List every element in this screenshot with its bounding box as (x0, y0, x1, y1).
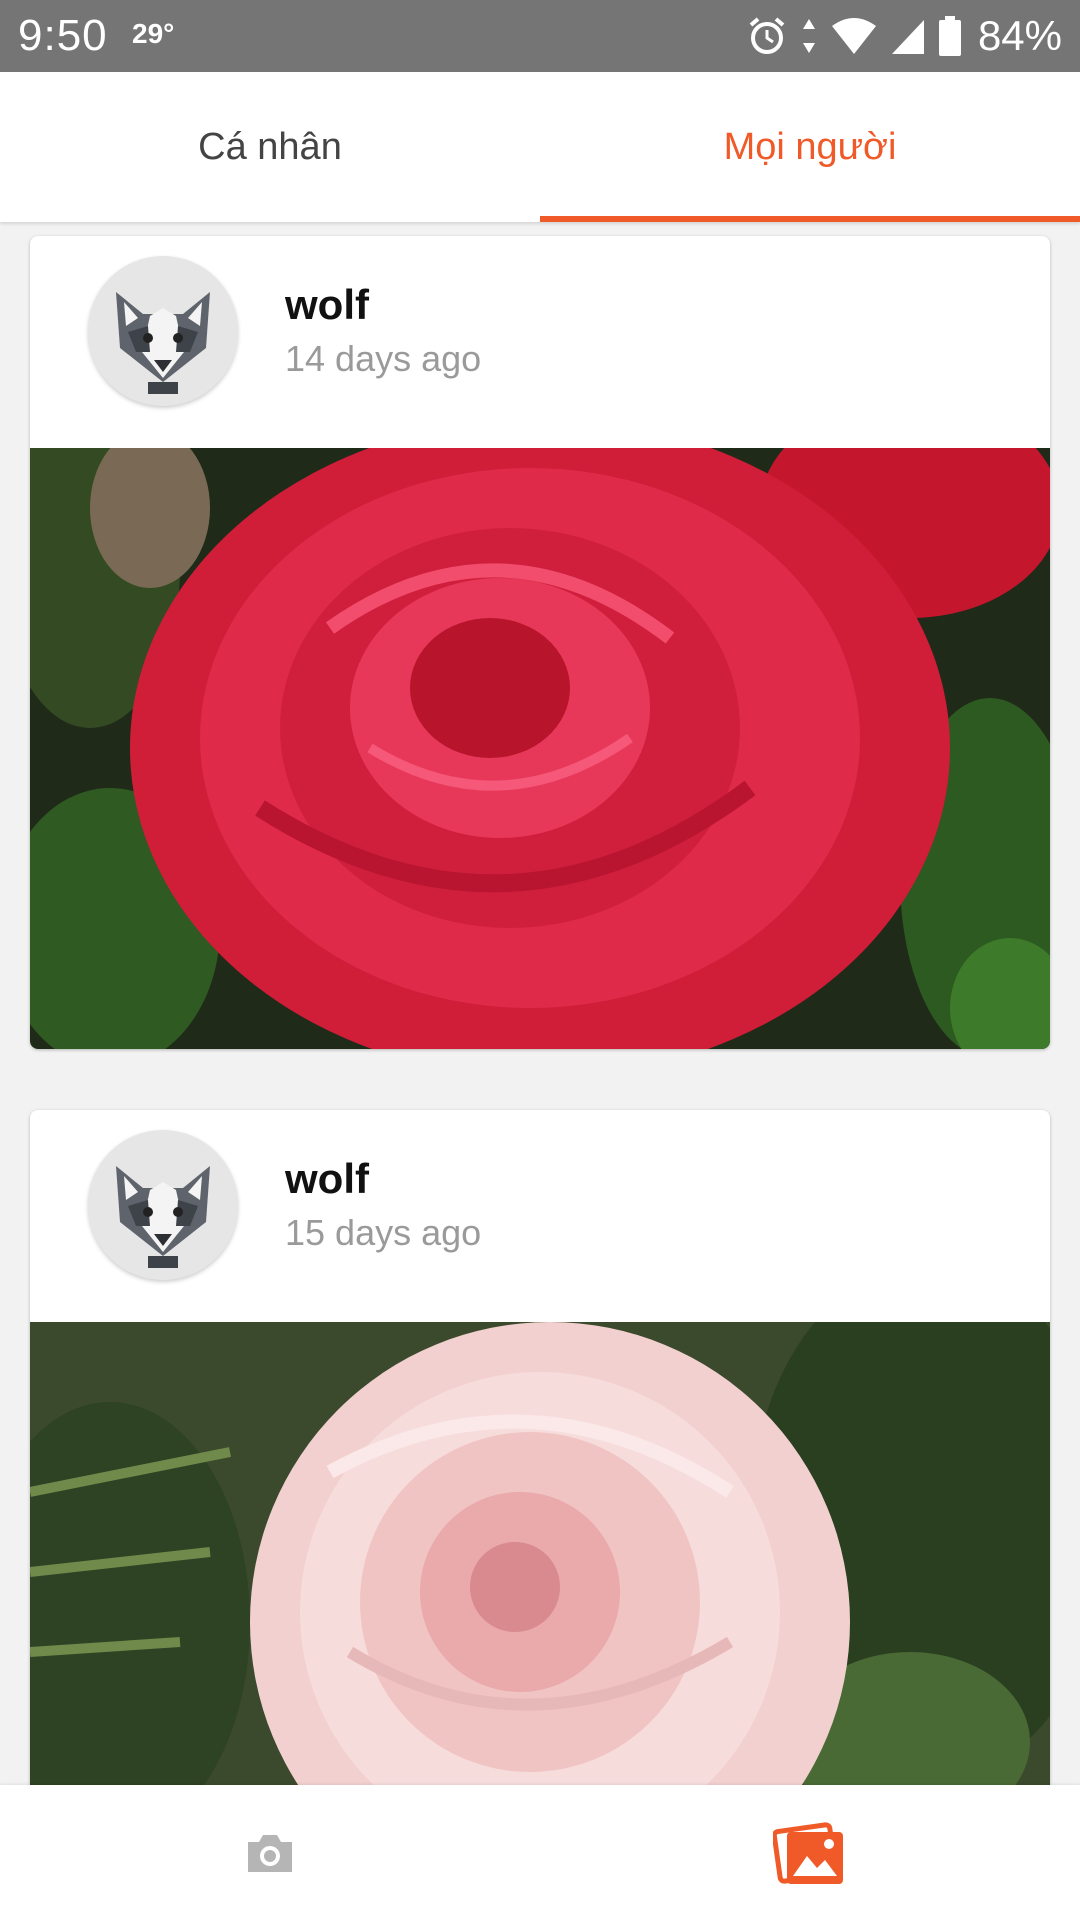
post-timestamp: 14 days ago (285, 338, 482, 379)
red-rose-photo[interactable] (30, 448, 1050, 1049)
photo-feed[interactable]: wolf 14 days ago wolf 15 days ago (0, 222, 1080, 1785)
battery-icon (938, 16, 961, 56)
post-card[interactable]: wolf 15 days ago (30, 1110, 1050, 1785)
tab-everyone[interactable]: Mọi người (540, 72, 1080, 222)
status-temperature: 29° (132, 18, 175, 49)
camera-button[interactable] (0, 1785, 540, 1920)
tab-personal[interactable]: Cá nhân (0, 72, 540, 222)
pink-rose-photo[interactable] (30, 1322, 1050, 1785)
tab-bar: Cá nhân Mọi người (0, 72, 1080, 222)
status-bar: 9:50 29° 84% (0, 0, 1080, 72)
post-timestamp: 15 days ago (285, 1212, 482, 1253)
post-header: wolf 14 days ago (30, 236, 1050, 448)
wolf-avatar-icon[interactable] (88, 256, 238, 406)
signal-icon (891, 20, 924, 54)
bottom-nav (0, 1785, 1080, 1920)
wifi-icon (831, 18, 876, 54)
wolf-avatar-icon[interactable] (88, 1130, 238, 1280)
gallery-button[interactable] (540, 1785, 1080, 1920)
status-time: 9:50 (18, 11, 108, 60)
post-username[interactable]: wolf (285, 281, 369, 329)
alarm-icon (749, 17, 785, 54)
data-arrows-icon (802, 19, 815, 53)
battery-percent: 84% (977, 12, 1062, 59)
post-header: wolf 15 days ago (30, 1110, 1050, 1322)
post-username[interactable]: wolf (285, 1155, 369, 1203)
camera-icon (248, 1834, 292, 1872)
status-icons: 84% (746, 10, 1062, 62)
post-card[interactable]: wolf 14 days ago (30, 236, 1050, 1049)
gallery-icon (773, 1821, 843, 1884)
